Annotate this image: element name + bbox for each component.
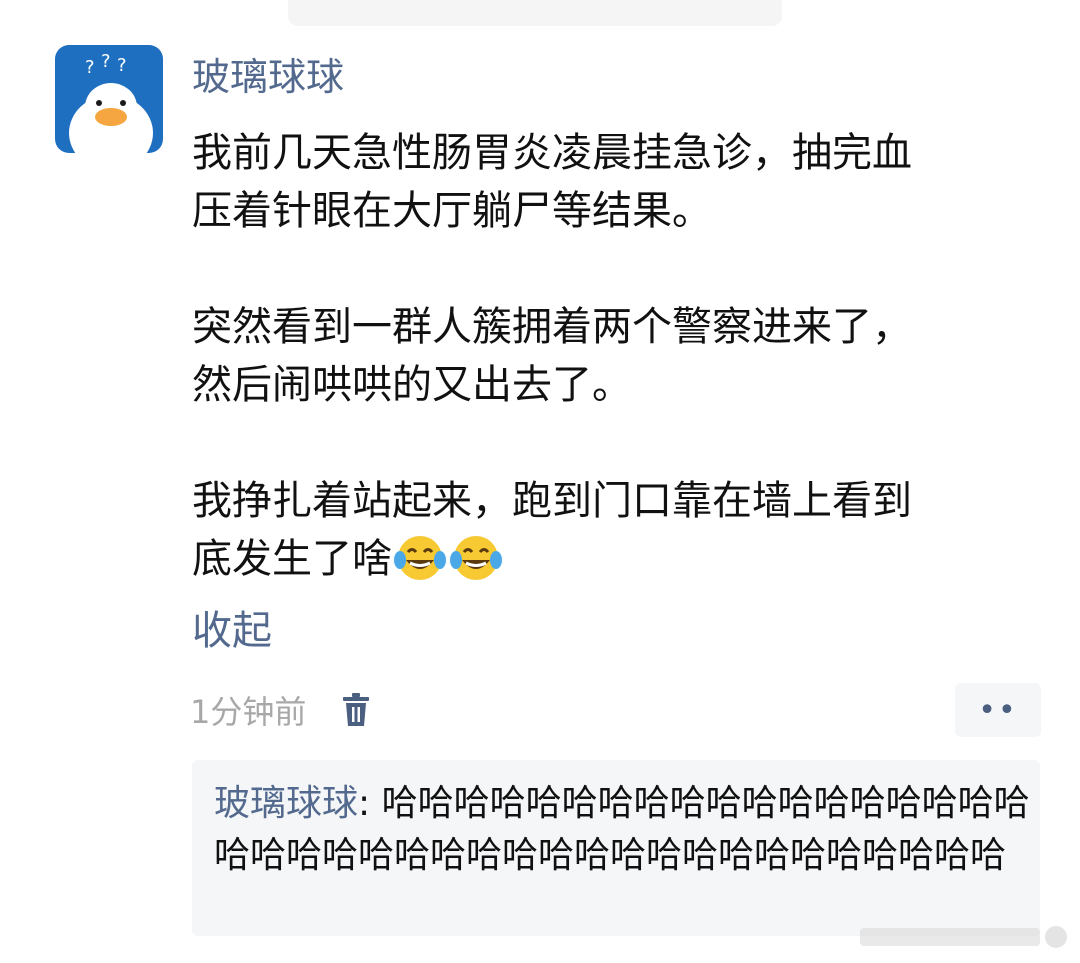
top-bar xyxy=(288,0,782,26)
trash-icon[interactable] xyxy=(342,693,370,727)
avatar[interactable]: ? ? ? xyxy=(55,45,163,153)
svg-text:?: ? xyxy=(85,57,95,78)
post-line: 压着针眼在大厅躺尸等结果。 xyxy=(192,188,712,234)
watermark-icon xyxy=(860,926,1067,948)
more-icon: •• xyxy=(978,692,1018,728)
reply-separator: : xyxy=(358,783,382,824)
post-line: 我挣扎着站起来，跑到门口靠在墙上看到 xyxy=(192,478,912,524)
post-line: 我前几天急性肠胃炎凌晨挂急诊，抽完血 xyxy=(192,130,912,176)
laugh-crying-icon xyxy=(394,536,446,580)
duck-avatar-icon: ? ? ? xyxy=(69,51,153,153)
svg-text:?: ? xyxy=(117,55,127,76)
post-line-last: 底发生了啥 xyxy=(192,530,1042,588)
post-content: 我前几天急性肠胃炎凌晨挂急诊，抽完血 压着针眼在大厅躺尸等结果。 突然看到一群人… xyxy=(192,124,1042,588)
reply-content: 玻璃球球: 哈哈哈哈哈哈哈哈哈哈哈哈哈哈哈哈哈哈哈哈哈哈哈哈哈哈哈哈哈哈哈哈哈哈… xyxy=(214,778,1034,882)
laugh-crying-icon xyxy=(450,536,502,580)
post-line: 然后闹哄哄的又出去了。 xyxy=(192,362,632,408)
post-username[interactable]: 玻璃球球 xyxy=(192,52,344,102)
reply-box[interactable]: 玻璃球球: 哈哈哈哈哈哈哈哈哈哈哈哈哈哈哈哈哈哈哈哈哈哈哈哈哈哈哈哈哈哈哈哈哈哈… xyxy=(192,760,1040,936)
svg-text:?: ? xyxy=(101,51,111,72)
post-line-text: 底发生了啥 xyxy=(192,536,392,582)
post-time: 1分钟前 xyxy=(190,693,307,731)
post-line: 突然看到一群人簇拥着两个警察进来了， xyxy=(192,304,912,350)
more-button[interactable]: •• xyxy=(955,683,1041,737)
reply-author[interactable]: 玻璃球球 xyxy=(214,783,358,824)
post-meta: 1分钟前 xyxy=(190,686,370,734)
collapse-link[interactable]: 收起 xyxy=(192,604,272,658)
